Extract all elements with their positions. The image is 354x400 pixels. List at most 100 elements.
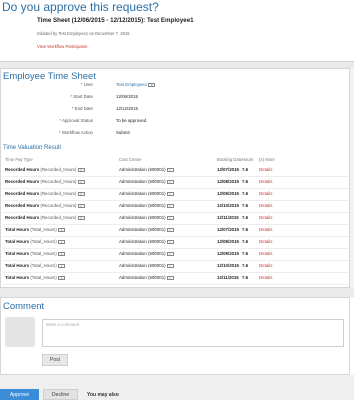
row-pay-type: Recorded Hours (Recorded_Hours) i — [5, 203, 85, 209]
user-value[interactable]: Test Employee1 ≡ — [116, 82, 156, 88]
approval-header: Do you approve this request? Time Sheet … — [0, 0, 354, 62]
info-icon[interactable]: i — [166, 263, 174, 269]
cost-center-text: Administration (500001) — [119, 227, 166, 232]
row-pay-type: Total Hours (Total_Hours) i — [5, 263, 65, 269]
row-hours: 7.6 — [242, 263, 249, 268]
row-hours: 7.6 — [242, 215, 249, 220]
post-button[interactable]: Post — [42, 354, 68, 366]
details-link[interactable]: Details — [259, 191, 272, 196]
pay-type-name: Recorded Hours — [5, 179, 40, 184]
info-icon[interactable]: i — [57, 251, 65, 257]
details-link[interactable]: Details — [259, 275, 272, 280]
workflow-action-value: Submit — [116, 130, 130, 135]
pay-type-code: (Recorded_Hours) — [40, 215, 77, 220]
row-cost-center: Administration (500001) i — [119, 203, 174, 209]
details-link[interactable]: Details — [259, 227, 272, 232]
user-card-icon[interactable]: ≡ — [148, 82, 156, 88]
row-divider — [3, 284, 349, 285]
row-booking-date: 12/09/2015 — [217, 251, 239, 256]
row-cost-center: Administration (500001) i — [119, 191, 174, 197]
row-pay-type: Total Hours (Total_Hours) i — [5, 251, 65, 257]
info-icon[interactable]: i — [57, 275, 65, 281]
column-header-cost-center[interactable]: Cost Center — [119, 157, 141, 162]
details-link[interactable]: Details — [259, 203, 272, 208]
info-icon[interactable]: i — [166, 203, 174, 209]
column-header-hours[interactable]: Hours — [242, 157, 253, 162]
comment-input[interactable] — [42, 319, 344, 347]
row-booking-date: 12/08/2015 — [217, 179, 239, 184]
pay-type-code: (Total_Hours) — [30, 239, 57, 244]
row-booking-date: 12/11/2015 — [217, 215, 239, 220]
row-pay-type: Recorded Hours (Recorded_Hours) i — [5, 179, 85, 185]
details-link[interactable]: Details — [259, 215, 272, 220]
row-booking-date: 12/08/2015 — [217, 239, 239, 244]
info-icon[interactable]: i — [77, 215, 85, 221]
info-icon[interactable]: i — [77, 167, 85, 173]
cost-center-text: Administration (500001) — [119, 215, 166, 220]
pay-type-name: Recorded Hours — [5, 203, 40, 208]
pay-type-name: Total Hours — [5, 251, 30, 256]
info-icon[interactable]: i — [166, 179, 174, 185]
row-pay-type: Recorded Hours (Recorded_Hours) i — [5, 215, 85, 221]
approval-status-label: * Approval Status — [59, 118, 93, 123]
row-hours: 7.6 — [242, 275, 249, 280]
info-icon[interactable]: i — [77, 191, 85, 197]
scrollbar[interactable] — [350, 68, 354, 288]
row-booking-date: 12/10/2015 — [217, 203, 239, 208]
timesheet-title: Employee Time Sheet — [3, 71, 96, 82]
info-icon[interactable]: i — [166, 215, 174, 221]
row-divider — [3, 176, 349, 177]
approval-question: Do you approve this request? — [2, 0, 159, 14]
end-date-label: * End Date — [71, 106, 93, 111]
info-icon[interactable]: i — [166, 239, 174, 245]
timesheet-panel: Employee Time Sheet * User Test Employee… — [0, 68, 350, 288]
column-header-pay-type[interactable]: Time Pay Type — [5, 157, 33, 162]
info-icon[interactable]: i — [57, 227, 65, 233]
row-divider — [3, 188, 349, 189]
info-icon[interactable]: i — [166, 251, 174, 257]
pay-type-name: Recorded Hours — [5, 191, 40, 196]
pay-type-code: (Recorded_Hours) — [40, 167, 77, 172]
info-icon[interactable]: i — [57, 239, 65, 245]
comment-title: Comment — [3, 301, 45, 312]
user-label: * User — [80, 82, 93, 87]
row-pay-type: Recorded Hours (Recorded_Hours) i — [5, 167, 85, 173]
cost-center-text: Administration (500001) — [119, 203, 166, 208]
info-icon[interactable]: i — [77, 179, 85, 185]
row-pay-type: Total Hours (Total_Hours) i — [5, 275, 65, 281]
cost-center-text: Administration (500001) — [119, 275, 166, 280]
workflow-participants-link[interactable]: View Workflow Participants — [37, 44, 87, 49]
column-header-booking-date[interactable]: Booking Date — [217, 157, 242, 162]
initiated-by-text: Initiated by Test Employee1 on December … — [37, 31, 130, 36]
approval-status-value: To be approved — [116, 118, 147, 123]
info-icon[interactable]: i — [166, 167, 174, 173]
info-icon[interactable]: i — [77, 203, 85, 209]
pay-type-name: Recorded Hours — [5, 215, 40, 220]
row-hours: 7.6 — [242, 191, 249, 196]
details-link[interactable]: Details — [259, 251, 272, 256]
start-date-value: 12/06/2015 — [116, 94, 138, 99]
info-icon[interactable]: i — [166, 227, 174, 233]
pay-type-code: (Recorded_Hours) — [40, 203, 77, 208]
start-date-label: * Start Date — [70, 94, 93, 99]
row-booking-date: 12/10/2015 — [217, 263, 239, 268]
row-booking-date: 12/11/2015 — [217, 275, 239, 280]
cost-center-text: Administration (500001) — [119, 179, 166, 184]
info-icon[interactable]: i — [57, 263, 65, 269]
row-cost-center: Administration (500001) i — [119, 275, 174, 281]
details-link[interactable]: Details — [259, 167, 272, 172]
you-may-also-label: You may also — [87, 392, 119, 398]
details-link[interactable]: Details — [259, 239, 272, 244]
row-divider — [3, 248, 349, 249]
decline-button[interactable]: Decline — [43, 389, 78, 400]
info-icon[interactable]: i — [166, 275, 174, 281]
more-columns-button[interactable]: (4) More — [259, 157, 275, 162]
approve-button[interactable]: Approve — [0, 389, 39, 400]
row-cost-center: Administration (500001) i — [119, 263, 174, 269]
row-pay-type: Total Hours (Total_Hours) i — [5, 239, 65, 245]
info-icon[interactable]: i — [166, 191, 174, 197]
pay-type-code: (Total_Hours) — [30, 227, 57, 232]
details-link[interactable]: Details — [259, 179, 272, 184]
pay-type-code: (Recorded_Hours) — [40, 191, 77, 196]
details-link[interactable]: Details — [259, 263, 272, 268]
